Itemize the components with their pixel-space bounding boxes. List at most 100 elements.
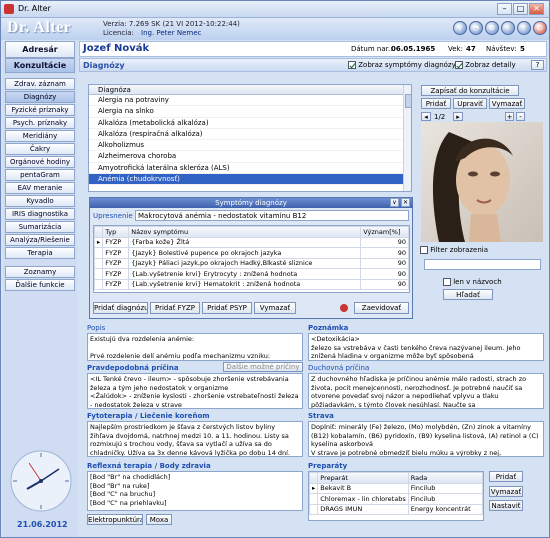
preparat-set-button[interactable]: Nastaviť	[489, 500, 523, 511]
age-label: Vek:	[448, 45, 463, 53]
info-icon[interactable]: i	[501, 21, 515, 35]
fytoterapia-text[interactable]: Najlepším prostriedkom je šťava z čerstv…	[87, 421, 303, 457]
record-icon	[340, 304, 348, 312]
close-button[interactable]: ✕	[529, 3, 544, 15]
moxa-button[interactable]: Moxa	[146, 514, 172, 525]
add-photo-button[interactable]: +	[505, 112, 514, 121]
names-only-checkbox[interactable]	[443, 278, 451, 286]
more-causes-button[interactable]: Ďalšie možné príčiny	[223, 362, 303, 372]
add-diagnosis-button[interactable]: Pridať diagnózu	[93, 302, 148, 314]
add-psyp-button[interactable]: Pridať PSYP	[202, 302, 252, 314]
remove-photo-button[interactable]: -	[516, 112, 525, 121]
symptoms-popup-collapse[interactable]: ∨	[390, 198, 399, 207]
filter-input[interactable]	[424, 259, 541, 270]
diagnosis-row[interactable]: Alergia na potraviny	[89, 95, 411, 107]
filter-checkbox[interactable]	[420, 246, 428, 254]
write-consult-button[interactable]: Zapísať do konzultácie	[421, 85, 519, 96]
refine-select[interactable]: Makrocytová anémia - nedostatok vitamínu…	[135, 210, 409, 221]
preparat-row[interactable]: Chloremax - lin chloretabs Fincilub	[309, 493, 483, 505]
diagnosis-row[interactable]: Alzheimerova choroba	[89, 151, 411, 163]
show-symptoms-label: Zobraz symptómy diagnózy	[358, 61, 456, 69]
exit-icon[interactable]: ⏻	[533, 21, 547, 35]
preparat-row[interactable]: ▸ Bekavit B Fincilub	[309, 482, 483, 494]
minimize-button[interactable]: –	[497, 3, 512, 15]
filter-toggle[interactable]: Filter zobrazenia	[420, 246, 488, 254]
preparat-name: Bekavit B	[317, 482, 409, 494]
nav-kyvadlo[interactable]: Kyvadlo	[5, 195, 75, 207]
nav-cakry[interactable]: Čakry	[5, 143, 75, 155]
symptom-row[interactable]: FYZP {Jazyk} Páliaci jazyk,po okrajoch Ha…	[94, 257, 409, 269]
nav-fyzicke-priznaky[interactable]: Fyzické príznaky	[5, 104, 75, 116]
reflex-point-item[interactable]: [Bod "C" na priehlavku]	[90, 499, 300, 508]
nav-iris-diagnostika[interactable]: IRIS diagnostika	[5, 208, 75, 220]
pravdepodobna-text[interactable]: <IL Tenké črevo - ileum> - spôsobuje zho…	[87, 373, 303, 409]
symptom-delete-button[interactable]: Vymazať	[254, 302, 296, 314]
nav-pentagram[interactable]: pentaGram	[5, 169, 75, 181]
nav-meridiany[interactable]: Meridiány	[5, 130, 75, 142]
symptom-row[interactable]: FYZP {Jazyk} Bolestivé pupence po okrajoc…	[94, 247, 409, 259]
search-button[interactable]: Hľadať	[443, 289, 493, 300]
nav-konzultacie[interactable]: Konzultácie	[5, 58, 75, 73]
prev-photo-button[interactable]: ◂	[421, 112, 431, 121]
diagnosis-row[interactable]: Alkalóza (metabolická alkalóza)	[89, 118, 411, 129]
nav-eav-meranie[interactable]: EAV meranie	[5, 182, 75, 194]
analog-clock	[10, 450, 72, 512]
maximize-button[interactable]: □	[513, 3, 528, 15]
preparat-row[interactable]: DRAGS IMUN Energy koncentrát	[309, 503, 483, 515]
show-details-checkbox[interactable]	[455, 61, 463, 69]
reflex-point-item[interactable]: [Bod "Br" na chodidlách]	[90, 473, 300, 482]
reflexna-list: [Bod "Br" na chodidlách] [Bod "Br" na ru…	[87, 471, 303, 511]
nav-diagnozy[interactable]: Diagnózy	[5, 91, 75, 103]
diagnosis-row[interactable]: Alkalóza (respiračná alkalóza)	[89, 129, 411, 141]
help-button[interactable]: ?	[531, 60, 544, 70]
symptom-row[interactable]: FYZP {Lab.vyšetrenie krvi} Hematokrit : z…	[94, 278, 409, 290]
settings-icon[interactable]: ⚙	[485, 21, 499, 35]
help-icon[interactable]: ?	[517, 21, 531, 35]
age-value: 47	[466, 45, 476, 53]
nav-psych-priznaky[interactable]: Psych. príznaky	[5, 117, 75, 129]
search-icon[interactable]: ⚲	[453, 21, 467, 35]
nav-terapia[interactable]: Terapia	[5, 247, 75, 259]
section-title: Diagnózy	[83, 61, 125, 70]
symptom-row[interactable]: ▸ FYZP {Farba kože} Žltá 90	[94, 236, 409, 248]
preparat-delete-button[interactable]: Vymazať	[489, 486, 523, 497]
poznamka-text[interactable]: <Detoxikácia> železo sa vstrebáva v čast…	[308, 333, 544, 361]
diagnosis-row[interactable]: Amyotrofická laterálna skleróza (ALS)	[89, 163, 411, 175]
electropuncture-button[interactable]: Elektropunktúra	[87, 514, 143, 525]
preparaty-header: Preparát Rada	[309, 472, 483, 484]
names-only-label: len v názvoch	[453, 278, 502, 286]
reflex-point-item[interactable]: [Bod "C" na bruchu]	[90, 490, 300, 499]
fytoterapia-title: Fytoterapia / Liečenie koreňom	[87, 412, 210, 420]
chart-icon[interactable]: ◔	[469, 21, 483, 35]
next-photo-button[interactable]: ▸	[453, 112, 463, 121]
nav-zoznamy[interactable]: Zoznamy	[5, 266, 75, 278]
diagnosis-row[interactable]: Alkoholizmus	[89, 140, 411, 152]
duchovna-text[interactable]: Z duchovného hľadiska je príčinou anémie…	[308, 373, 544, 409]
add-fyzp-button[interactable]: Pridať FYZP	[150, 302, 200, 314]
diagnosis-row-selected[interactable]: Anémia (chudokrvnosť)	[89, 174, 411, 186]
delete-button[interactable]: Vymazať	[489, 98, 525, 109]
symptom-row[interactable]: FYZP {Lab.vyšetrenie krvi} Erytrocyty : z…	[94, 268, 409, 280]
show-symptoms-toggle[interactable]: Zobraz symptómy diagnózy	[348, 61, 456, 69]
names-only-toggle[interactable]: len v názvoch	[443, 278, 502, 286]
symptoms-popup-close[interactable]: ✕	[401, 198, 410, 207]
nav-zdrav-zaznam[interactable]: Zdrav. záznam	[5, 78, 75, 90]
nav-dalsie-funkcie[interactable]: Ďalšie funkcie	[5, 279, 75, 291]
strava-text[interactable]: Doplniť: minerály (Fe) železo, (Mo) moly…	[308, 421, 544, 457]
reflex-point-item[interactable]: [Bod "Br" na ruke]	[90, 482, 300, 491]
diagnosis-scrollbar[interactable]	[403, 85, 412, 191]
add-button[interactable]: Pridať	[421, 98, 451, 109]
nav-adresar[interactable]: Adresár	[5, 41, 75, 58]
preparat-rada: Fincilub	[407, 493, 483, 505]
edit-button[interactable]: Upraviť	[453, 98, 487, 109]
show-symptoms-checkbox[interactable]	[348, 61, 356, 69]
nav-analyza-riesenie[interactable]: Analýza/Riešenie	[5, 234, 75, 246]
preparat-add-button[interactable]: Pridať	[489, 471, 523, 482]
popis-text[interactable]: Existujú dva rozdelenia anémie: Prvé roz…	[87, 333, 303, 361]
patient-photo	[421, 122, 543, 242]
diagnosis-row[interactable]: Alergia na slnko	[89, 106, 411, 118]
nav-organove-hodiny[interactable]: Orgánové hodiny	[5, 156, 75, 168]
record-button[interactable]: Zaevidovať	[354, 302, 409, 314]
show-details-toggle[interactable]: Zobraz detaily	[455, 61, 516, 69]
nav-sumarizacia[interactable]: Sumarizácia	[5, 221, 75, 233]
